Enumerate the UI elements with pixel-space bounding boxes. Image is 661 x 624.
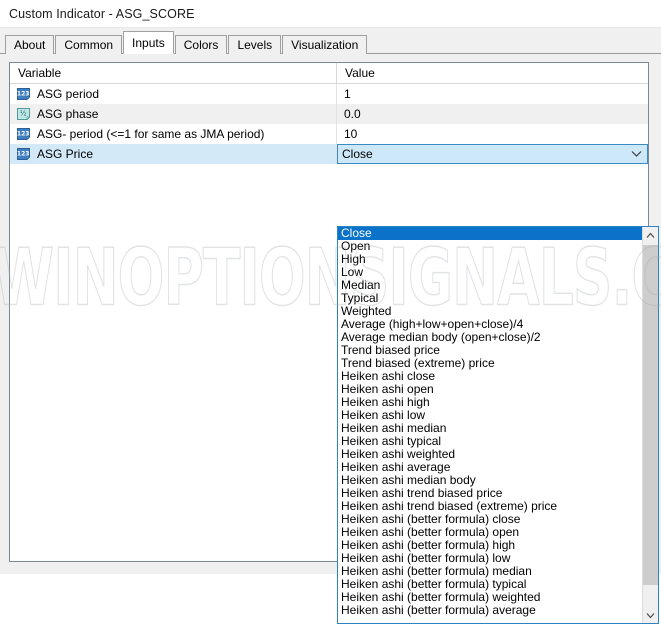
dropdown-option[interactable]: Heiken ashi average xyxy=(338,461,642,474)
svg-text:123: 123 xyxy=(17,90,30,97)
grid-header-variable[interactable]: Variable xyxy=(10,63,337,83)
dropdown-option[interactable]: Trend biased (extreme) price xyxy=(338,357,642,370)
tab-visualization[interactable]: Visualization xyxy=(282,35,367,54)
dropdown-option[interactable]: Heiken ashi trend biased price xyxy=(338,487,642,500)
dropdown-option[interactable]: Heiken ashi (better formula) average xyxy=(338,604,642,617)
asg-price-combobox-value: Close xyxy=(342,147,373,161)
table-row[interactable]: ½ ASG phase 0.0 xyxy=(10,104,648,124)
dropdown-option[interactable]: Average median body (open+close)/2 xyxy=(338,331,642,344)
grid-header-value[interactable]: Value xyxy=(337,63,648,83)
asg-price-dropdown-list[interactable]: CloseOpenHighLowMedianTypicalWeightedAve… xyxy=(337,226,659,624)
dropdown-option[interactable]: Heiken ashi low xyxy=(338,409,642,422)
dropdown-option[interactable]: Open xyxy=(338,240,642,253)
grid-cell-variable[interactable]: 123 ASG period xyxy=(10,84,337,104)
chevron-down-icon[interactable] xyxy=(631,145,642,163)
grid-cell-value[interactable]: 0.0 xyxy=(337,104,648,124)
dropdown-option[interactable]: Low xyxy=(338,266,642,279)
dropdown-option[interactable]: Heiken ashi (better formula) high xyxy=(338,539,642,552)
dropdown-option[interactable]: Heiken ashi trend biased (extreme) price xyxy=(338,500,642,513)
dropdown-scrollbar[interactable] xyxy=(642,227,658,623)
float-type-icon: ½ xyxy=(16,107,31,121)
integer-type-icon: 123 xyxy=(16,87,31,101)
tab-strip: About Common Inputs Colors Levels Visual… xyxy=(0,28,661,54)
dropdown-option[interactable]: Heiken ashi close xyxy=(338,370,642,383)
dropdown-option[interactable]: Heiken ashi typical xyxy=(338,435,642,448)
scrollbar-thumb[interactable] xyxy=(643,245,658,585)
dropdown-option[interactable]: Average (high+low+open+close)/4 xyxy=(338,318,642,331)
inputs-tab-panel: Variable Value 123 ASG period 1 xyxy=(0,54,661,574)
grid-cell-value[interactable]: Close xyxy=(337,144,648,164)
integer-type-icon: 123 xyxy=(16,127,31,141)
svg-text:½: ½ xyxy=(20,110,27,118)
grid-cell-value[interactable]: 1 xyxy=(337,84,648,104)
table-row-selected[interactable]: 123 ASG Price Close xyxy=(10,144,648,164)
scroll-up-icon[interactable] xyxy=(643,227,658,243)
asg-price-combobox[interactable]: Close xyxy=(337,144,648,164)
dropdown-option[interactable]: Heiken ashi (better formula) close xyxy=(338,513,642,526)
grid-header-row: Variable Value xyxy=(10,63,648,84)
dropdown-option[interactable]: Heiken ashi weighted xyxy=(338,448,642,461)
scroll-down-icon[interactable] xyxy=(643,607,658,623)
dropdown-option[interactable]: Heiken ashi (better formula) low xyxy=(338,552,642,565)
dropdown-option[interactable]: Heiken ashi (better formula) median xyxy=(338,565,642,578)
dropdown-option[interactable]: Heiken ashi (better formula) weighted xyxy=(338,591,642,604)
dropdown-option[interactable]: Heiken ashi open xyxy=(338,383,642,396)
svg-text:123: 123 xyxy=(17,150,30,157)
grid-cell-variable[interactable]: 123 ASG- period (<=1 for same as JMA per… xyxy=(10,124,337,144)
dropdown-option[interactable]: Heiken ashi median xyxy=(338,422,642,435)
grid-cell-variable[interactable]: 123 ASG Price xyxy=(10,144,337,164)
grid-cell-variable-label: ASG phase xyxy=(37,107,98,121)
tab-common[interactable]: Common xyxy=(55,35,122,54)
tab-about[interactable]: About xyxy=(5,35,54,54)
grid-cell-value[interactable]: 10 xyxy=(337,124,648,144)
grid-cell-variable-label: ASG period xyxy=(37,87,99,101)
dropdown-option[interactable]: High xyxy=(338,253,642,266)
dropdown-option[interactable]: Close xyxy=(338,227,642,240)
dropdown-option[interactable]: Trend biased price xyxy=(338,344,642,357)
dropdown-option[interactable]: Median xyxy=(338,279,642,292)
dropdown-option[interactable]: Heiken ashi median body xyxy=(338,474,642,487)
table-row[interactable]: 123 ASG- period (<=1 for same as JMA per… xyxy=(10,124,648,144)
svg-text:123: 123 xyxy=(17,130,30,137)
tab-inputs[interactable]: Inputs xyxy=(123,31,174,54)
dropdown-option[interactable]: Weighted xyxy=(338,305,642,318)
grid-cell-variable[interactable]: ½ ASG phase xyxy=(10,104,337,124)
dropdown-option[interactable]: Heiken ashi high xyxy=(338,396,642,409)
dropdown-option[interactable]: Heiken ashi (better formula) open xyxy=(338,526,642,539)
window-titlebar: Custom Indicator - ASG_SCORE xyxy=(0,0,661,28)
grid-cell-variable-label: ASG Price xyxy=(37,147,93,161)
dropdown-option[interactable]: Heiken ashi (better formula) typical xyxy=(338,578,642,591)
dropdown-option[interactable]: Typical xyxy=(338,292,642,305)
table-row[interactable]: 123 ASG period 1 xyxy=(10,84,648,104)
window-title: Custom Indicator - ASG_SCORE xyxy=(9,7,195,21)
dropdown-options[interactable]: CloseOpenHighLowMedianTypicalWeightedAve… xyxy=(338,227,642,623)
tab-colors[interactable]: Colors xyxy=(175,35,228,54)
integer-type-icon: 123 xyxy=(16,147,31,161)
grid-cell-variable-label: ASG- period (<=1 for same as JMA period) xyxy=(37,127,264,141)
tab-levels[interactable]: Levels xyxy=(228,35,281,54)
